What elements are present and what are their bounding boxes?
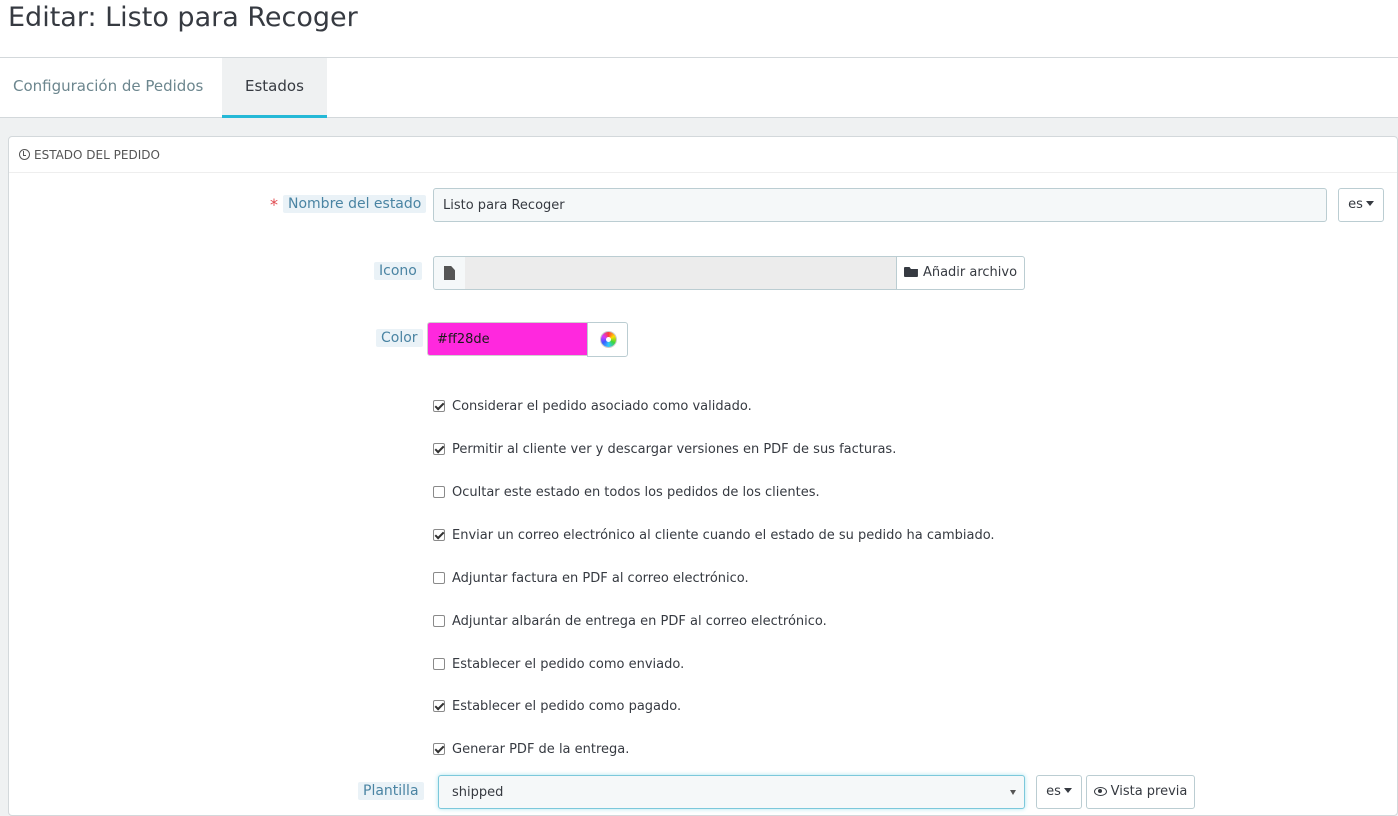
file-icon (444, 266, 455, 280)
checkbox-label: Permitir al cliente ver y descargar vers… (452, 442, 897, 457)
checkbox-icon[interactable] (433, 529, 445, 541)
checkbox-shipped[interactable]: Establecer el pedido como enviado. (433, 656, 684, 674)
checkbox-label: Establecer el pedido como pagado. (452, 699, 682, 714)
checkbox-icon[interactable] (433, 743, 445, 755)
checkbox-icon[interactable] (433, 400, 445, 412)
color-label: Color (376, 329, 423, 347)
checkbox-delivery-pdf[interactable]: Generar PDF de la entrega. (433, 741, 629, 759)
file-path-input[interactable] (465, 256, 897, 290)
clock-icon (19, 149, 30, 160)
checkbox-icon[interactable] (433, 700, 445, 712)
panel-heading-text: ESTADO DEL PEDIDO (34, 148, 160, 162)
add-file-label: Añadir archivo (922, 265, 1018, 280)
template-language-label: es (1046, 784, 1061, 799)
checkbox-icon[interactable] (433, 658, 445, 670)
state-name-input[interactable] (433, 188, 1327, 222)
name-language-dropdown[interactable]: es (1338, 188, 1384, 222)
template-select-value: shipped (452, 785, 504, 800)
checkbox-invoice-pdf[interactable]: Permitir al cliente ver y descargar vers… (433, 441, 896, 459)
checkbox-label: Generar PDF de la entrega. (452, 742, 630, 757)
chevron-down-icon (1010, 790, 1016, 795)
page-header: Editar: Listo para Recoger (0, 0, 1398, 58)
template-select[interactable]: shipped (438, 775, 1025, 809)
checkbox-validated[interactable]: Considerar el pedido asociado como valid… (433, 398, 752, 416)
caret-down-icon (1365, 201, 1374, 206)
template-language-dropdown[interactable]: es (1036, 775, 1082, 809)
checkbox-label: Establecer el pedido como enviado. (452, 657, 685, 672)
name-language-label: es (1348, 197, 1363, 212)
panel-heading: ESTADO DEL PEDIDO (9, 137, 1397, 173)
checkbox-attach-delivery[interactable]: Adjuntar albarán de entrega en PDF al co… (433, 613, 827, 631)
eye-icon (1093, 787, 1107, 796)
tab-bar: Configuración de Pedidos Estados (0, 58, 1398, 118)
caret-down-icon (1063, 788, 1072, 793)
checkbox-label: Adjuntar factura en PDF al correo electr… (452, 571, 749, 586)
checkbox-label: Ocultar este estado en todos los pedidos… (452, 485, 820, 500)
checkbox-label: Adjuntar albarán de entrega en PDF al co… (452, 614, 827, 629)
add-file-button[interactable]: Añadir archivo (896, 256, 1025, 290)
tab-estados[interactable]: Estados (222, 58, 327, 118)
checkbox-label: Considerar el pedido asociado como valid… (452, 399, 752, 414)
icon-label: Icono (374, 262, 422, 280)
color-wheel-icon (600, 331, 617, 348)
checkbox-icon[interactable] (433, 572, 445, 584)
checkbox-label: Enviar un correo electrónico al cliente … (452, 528, 995, 543)
checkbox-attach-invoice[interactable]: Adjuntar factura en PDF al correo electr… (433, 570, 749, 588)
page-title: Editar: Listo para Recoger (8, 2, 358, 33)
checkbox-icon[interactable] (433, 615, 445, 627)
file-addon (433, 256, 466, 290)
checkbox-paid[interactable]: Establecer el pedido como pagado. (433, 698, 681, 716)
order-state-panel: ESTADO DEL PEDIDO (8, 136, 1398, 816)
checkbox-send-email[interactable]: Enviar un correo electrónico al cliente … (433, 527, 995, 545)
color-picker-button[interactable] (587, 322, 628, 357)
preview-label: Vista previa (1110, 784, 1188, 799)
name-label: Nombre del estado (283, 195, 427, 213)
template-label: Plantilla (358, 782, 424, 800)
required-mark: * (270, 195, 278, 214)
color-input[interactable]: #ff28de (427, 322, 588, 356)
tab-configuracion-pedidos[interactable]: Configuración de Pedidos (0, 58, 216, 118)
checkbox-icon[interactable] (433, 443, 445, 455)
checkbox-icon[interactable] (433, 486, 445, 498)
preview-button[interactable]: Vista previa (1086, 775, 1195, 809)
folder-open-icon (903, 267, 918, 277)
checkbox-hidden[interactable]: Ocultar este estado en todos los pedidos… (433, 484, 820, 502)
